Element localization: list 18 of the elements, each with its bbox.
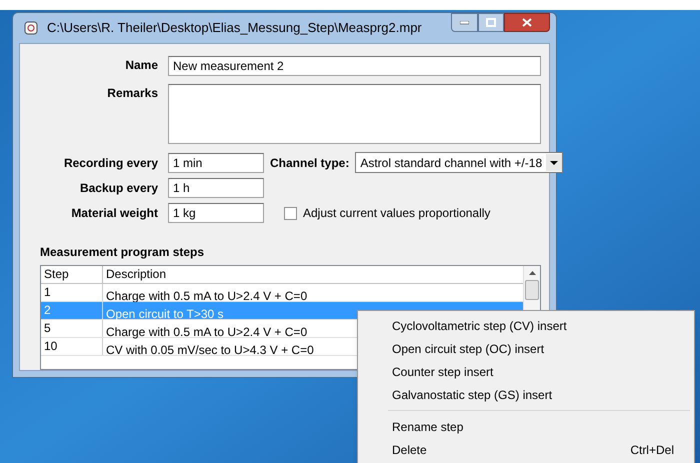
field-label: Recording every xyxy=(62,154,158,172)
field-label: Material weight xyxy=(70,205,158,222)
step-cell: 5 xyxy=(41,320,103,337)
field-label: Backup every xyxy=(78,180,158,197)
description-cell-text: CV with 0.05 mV/sec to U>4.3 V + C=0 xyxy=(105,342,315,359)
field-label: Remarks xyxy=(106,85,158,102)
section-title: Measurement program steps xyxy=(40,244,206,261)
window-title: C:\Users\R. Theiler\Desktop\Elias_Messung_Step\Measprg2.mpr xyxy=(47,19,423,38)
checkbox-label: Adjust current values proportionally xyxy=(303,205,490,222)
step-cell: 10 xyxy=(41,338,103,355)
field-label: Name xyxy=(124,57,158,74)
description-cell-text: Charge with 0.5 mA to U>2.4 V + C=0 xyxy=(105,288,308,305)
dropdown-value: Astrol standard channel with +/-18 xyxy=(359,154,544,172)
description-cell-text: Open circuit to T>30 s xyxy=(105,306,225,323)
step-cell: 2 xyxy=(41,302,103,319)
description-cell-text: Charge with 0.5 mA to U>2.4 V + C=0 xyxy=(105,324,308,341)
field-label: Channel type: xyxy=(270,154,350,172)
step-cell: 1 xyxy=(41,284,103,301)
